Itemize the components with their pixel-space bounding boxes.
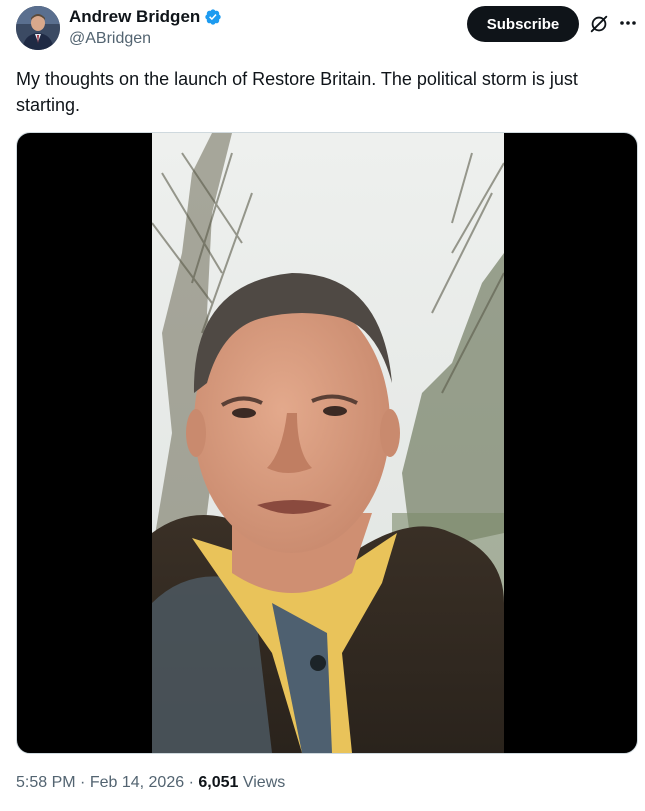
- tweet-date[interactable]: Feb 14, 2026: [90, 774, 184, 791]
- more-dots-icon[interactable]: [618, 16, 638, 30]
- tweet-meta: 5:58 PM · Feb 14, 2026 · 6,051 Views: [16, 774, 285, 792]
- author-avatar[interactable]: [16, 6, 60, 50]
- views-count: 6,051: [198, 774, 239, 791]
- video-player[interactable]: [16, 132, 638, 754]
- subscribe-button[interactable]: Subscribe: [467, 6, 579, 42]
- tweet-card: Andrew Bridgen @ABridgen Subscribe My th…: [0, 0, 645, 811]
- tweet-time[interactable]: 5:58 PM: [16, 774, 76, 791]
- meta-separator: ·: [188, 774, 194, 791]
- author-handle[interactable]: @ABridgen: [69, 30, 151, 48]
- grok-icon[interactable]: [588, 13, 610, 35]
- tweet-text: My thoughts on the launch of Restore Bri…: [16, 69, 578, 115]
- author-name-row: Andrew Bridgen: [69, 7, 222, 27]
- meta-separator: ·: [80, 774, 86, 791]
- video-thumbnail: [152, 133, 504, 753]
- verified-badge-icon: [205, 9, 221, 25]
- author-display-name[interactable]: Andrew Bridgen: [69, 7, 200, 27]
- views-label: Views: [242, 774, 286, 791]
